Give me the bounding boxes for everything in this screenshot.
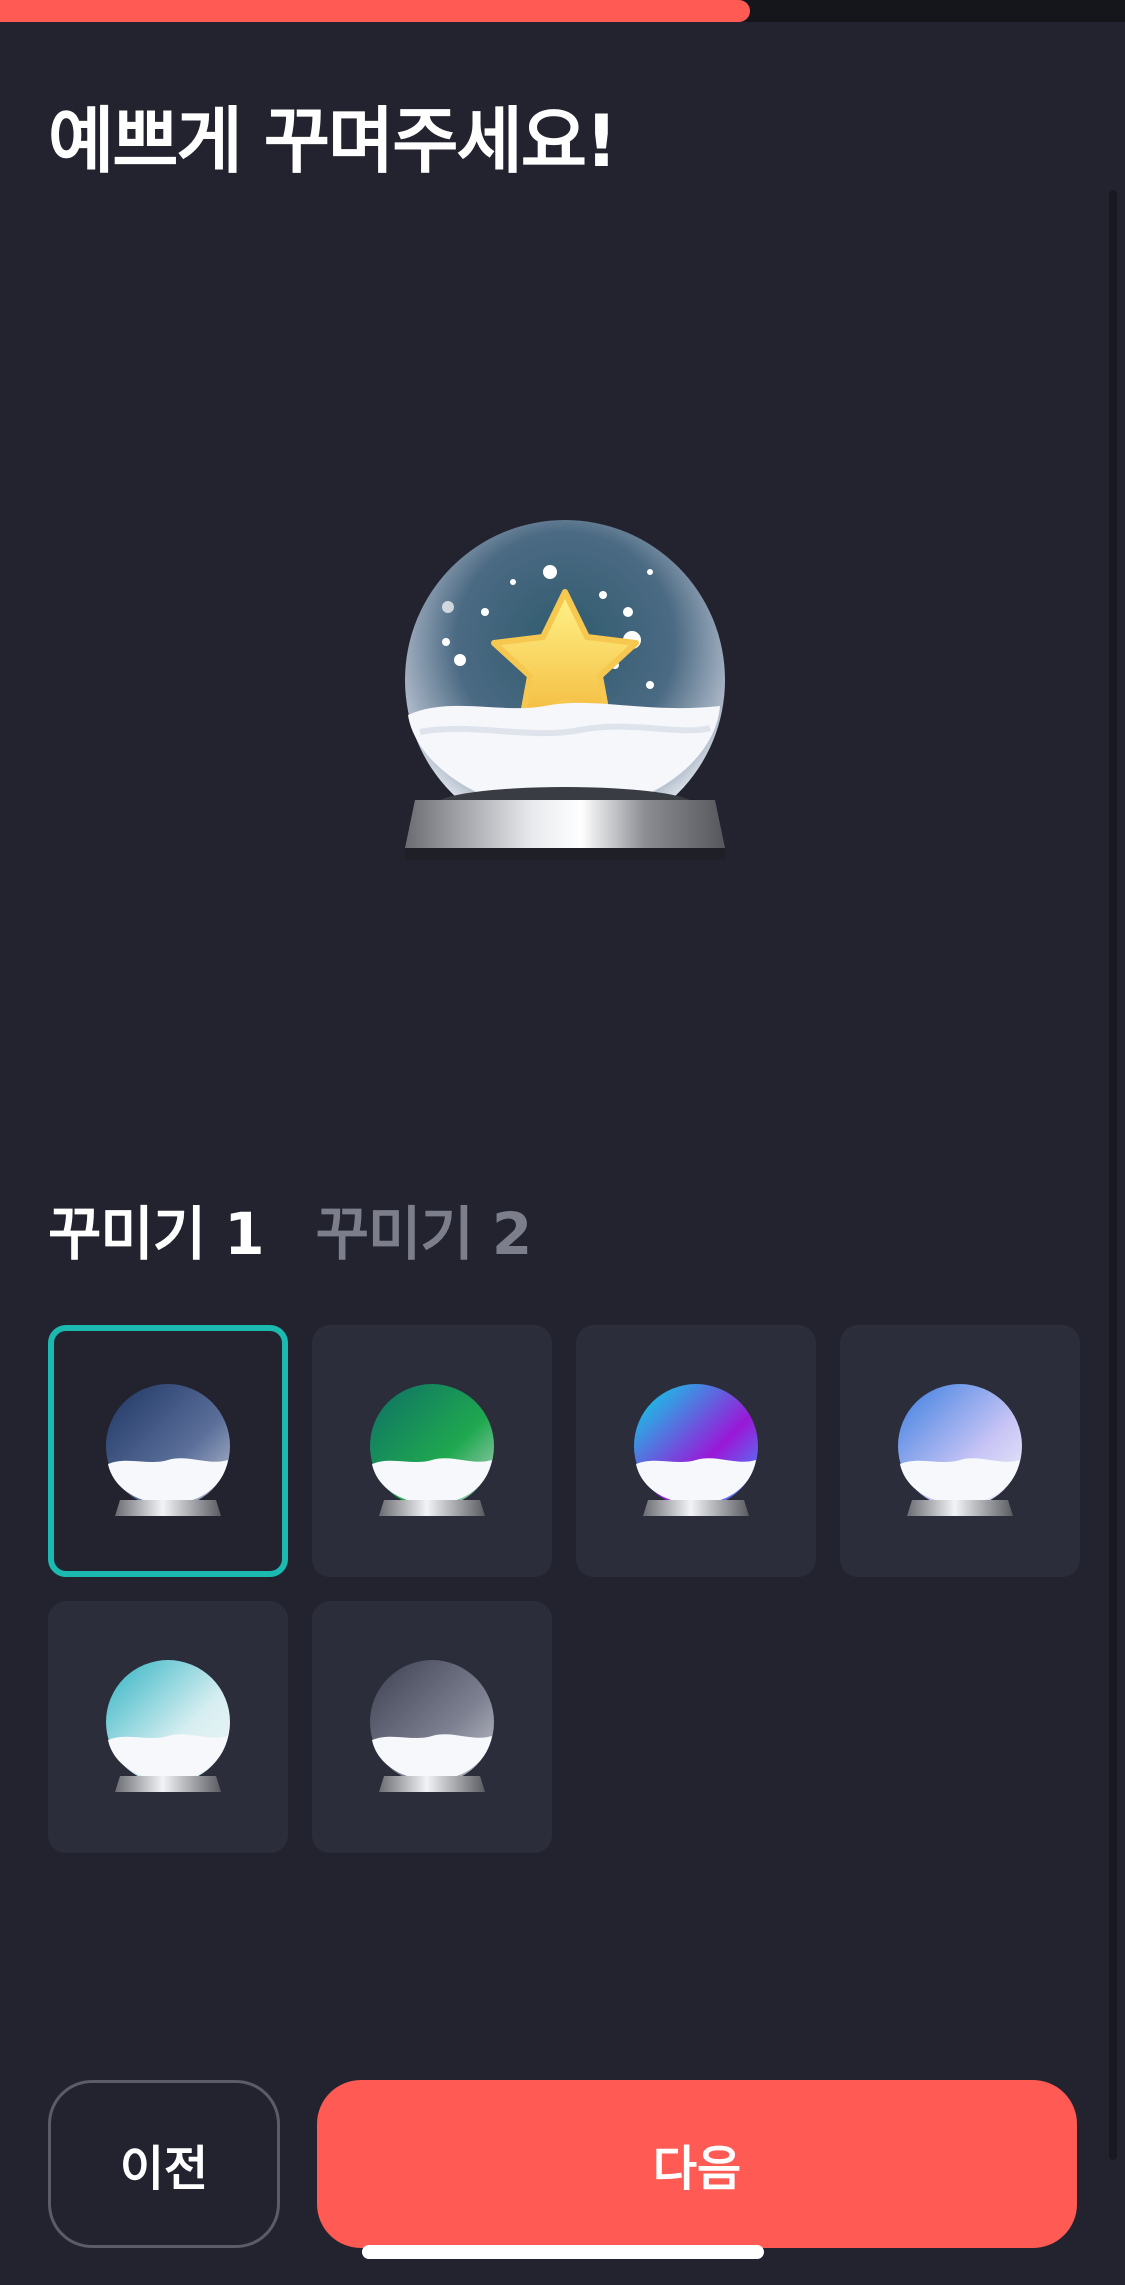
scrollbar[interactable] — [1109, 190, 1117, 2160]
progress-bar — [0, 0, 751, 22]
globe-option-3[interactable] — [576, 1325, 816, 1577]
home-indicator — [362, 2245, 764, 2259]
page-title: 예쁘게 꾸며주세요! — [48, 99, 618, 183]
snow-globe-preview — [380, 500, 750, 870]
progress-track — [0, 0, 1125, 22]
blue-pastel-globe-icon — [898, 1384, 1022, 1516]
next-button[interactable]: 다음 — [317, 2080, 1077, 2248]
globe-option-5[interactable] — [48, 1601, 288, 1853]
tab-decor-2[interactable]: 꾸미기 2 — [316, 1198, 533, 1270]
tab-decor-1[interactable]: 꾸미기 1 — [48, 1198, 265, 1270]
globe-options-grid — [48, 1325, 1080, 1853]
globe-option-4[interactable] — [840, 1325, 1080, 1577]
navy-globe-icon — [106, 1384, 230, 1516]
snow-globe-star-icon — [405, 520, 725, 860]
prev-button[interactable]: 이전 — [48, 2080, 280, 2248]
gray-globe-icon — [370, 1660, 494, 1792]
globe-option-6[interactable] — [312, 1601, 552, 1853]
green-globe-icon — [370, 1384, 494, 1516]
globe-option-1[interactable] — [48, 1325, 288, 1577]
globe-option-2[interactable] — [312, 1325, 552, 1577]
decor-tabs: 꾸미기 1 꾸미기 2 — [48, 1198, 533, 1270]
mint-globe-icon — [106, 1660, 230, 1792]
neon-globe-icon — [634, 1384, 758, 1516]
